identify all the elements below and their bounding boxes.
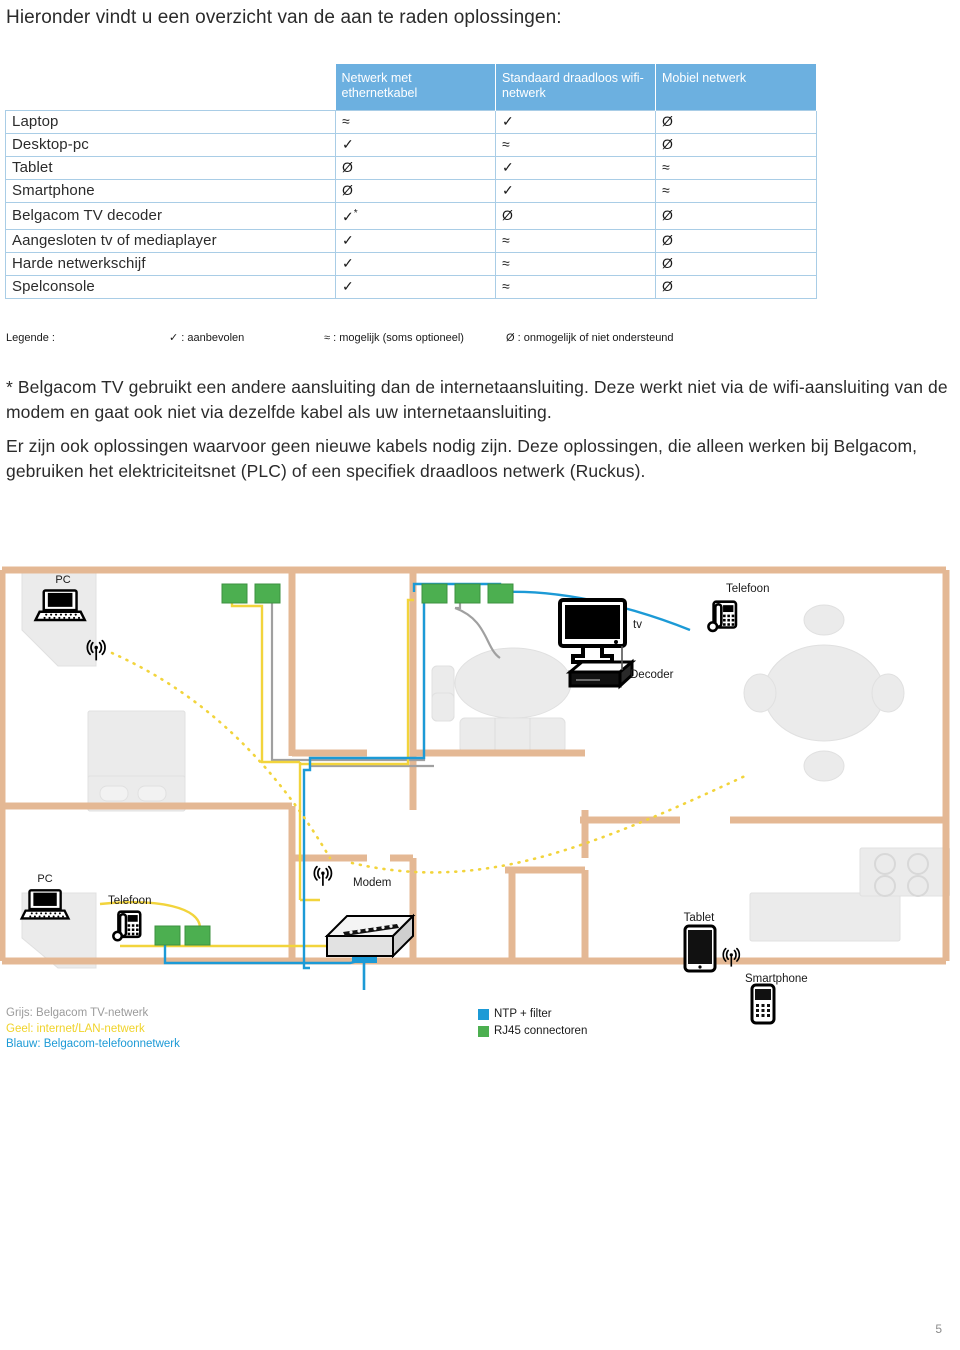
- table-row: Tablet Ø ✓ ≈: [5, 156, 817, 180]
- cell-wifi: ≈: [495, 133, 656, 157]
- svg-text:Telefoon: Telefoon: [726, 583, 769, 595]
- cell-mobile: Ø: [655, 133, 817, 157]
- cell-wifi: ≈: [495, 274, 656, 299]
- column-header-ethernet: Netwerk met ethernetkabel: [335, 64, 496, 111]
- cable-color-legend: Grijs: Belgacom TV-netwerk Geel: interne…: [6, 1006, 180, 1053]
- legend-ntp-label: NTP + filter: [494, 1008, 552, 1020]
- document-page: Hieronder vindt u een overzicht van de a…: [0, 0, 960, 1350]
- legend-rj45-label: RJ45 connectoren: [494, 1025, 588, 1037]
- cell-device-name: Aangesloten tv of mediaplayer: [5, 228, 336, 253]
- cell-wifi: ≈: [495, 251, 656, 276]
- footnote-star: *: [353, 208, 358, 219]
- cell-wifi: ✓: [495, 156, 656, 180]
- cell-wifi: Ø: [495, 202, 656, 230]
- floorplan-diagram: PC tv Decoder Telefoon Tablet Smartphone…: [0, 548, 950, 1048]
- cell-wifi: ✓: [495, 110, 656, 134]
- table-header-row: Netwerk met ethernetkabel Standaard draa…: [5, 64, 817, 111]
- cell-device-name: Belgacom TV decoder: [5, 202, 336, 230]
- legend-rj45-row: RJ45 connectoren: [478, 1023, 587, 1039]
- plc-paragraph: Er zijn ook oplossingen waarvoor geen ni…: [6, 436, 918, 481]
- cell-device-name: Laptop: [5, 110, 336, 134]
- page-number: 5: [935, 1322, 942, 1336]
- table-row: Aangesloten tv of mediaplayer ✓ ≈ Ø: [5, 228, 817, 253]
- legend-grey-tv: Grijs: Belgacom TV-netwerk: [6, 1007, 149, 1019]
- svg-text:Telefoon: Telefoon: [108, 895, 151, 907]
- cell-wifi: ✓: [495, 179, 656, 203]
- cell-device-name: Desktop-pc: [5, 133, 336, 157]
- svg-text:tv: tv: [633, 619, 642, 631]
- solutions-table: Netwerk met ethernetkabel Standaard draa…: [5, 64, 817, 299]
- cell-device-name: Harde netwerkschijf: [5, 251, 336, 276]
- svg-text:PC: PC: [37, 873, 52, 885]
- cell-ethernet: ✓: [335, 274, 496, 299]
- cell-ethernet: ✓: [335, 251, 496, 276]
- rj45-swatch-icon: [478, 1025, 489, 1037]
- page-title: Hieronder vindt u een overzicht van de a…: [6, 7, 562, 28]
- table-row: Spelconsole ✓ ≈ Ø: [5, 274, 817, 299]
- cell-mobile: ≈: [655, 179, 817, 203]
- cell-ethernet: Ø: [335, 156, 496, 180]
- legend-yellow-lan: Geel: internet/LAN-netwerk: [6, 1022, 145, 1035]
- legend-title: Legende :: [6, 332, 55, 344]
- cell-ethernet: ≈: [335, 110, 496, 134]
- cell-mobile: Ø: [655, 110, 817, 134]
- ntp-swatch-icon: [478, 1008, 489, 1020]
- cell-mobile: Ø: [655, 274, 817, 299]
- cell-ethernet: ✓: [335, 133, 496, 157]
- svg-text:Decoder: Decoder: [630, 669, 674, 681]
- cell-device-name: Smartphone: [5, 179, 336, 203]
- cell-device-name: Tablet: [5, 156, 336, 180]
- legend-ntp-row: NTP + filter: [478, 1006, 587, 1022]
- column-header-device: [5, 64, 336, 111]
- table-body: Laptop ≈ ✓ Ø Desktop-pc ✓ ≈ Ø Tablet Ø ✓ ≈ Smartphon…: [5, 110, 817, 299]
- cell-wifi: ≈: [495, 228, 656, 253]
- cell-ethernet: ✓*: [335, 202, 496, 230]
- table-header: Netwerk met ethernetkabel Standaard draa…: [5, 64, 817, 111]
- column-header-mobile: Mobiel netwerk: [655, 64, 817, 111]
- legend-blue-phone: Blauw: Belgacom-telefoonnetwerk: [6, 1038, 180, 1050]
- svg-text:Smartphone: Smartphone: [745, 973, 808, 985]
- svg-text:Modem: Modem: [353, 877, 391, 889]
- footnote-paragraph: * Belgacom TV gebruikt een andere aanslu…: [6, 377, 948, 422]
- cell-mobile: Ø: [655, 251, 817, 276]
- legend-item-impossible: Ø : onmogelijk of niet ondersteund: [506, 332, 674, 344]
- cell-ethernet: Ø: [335, 179, 496, 203]
- connector-legend: NTP + filter RJ45 connectoren: [478, 1006, 587, 1040]
- table-row: Desktop-pc ✓ ≈ Ø: [5, 133, 817, 157]
- legend-item-possible: ≈ : mogelijk (soms optioneel): [324, 332, 464, 344]
- cell-ethernet: ✓: [335, 228, 496, 253]
- cell-mobile: Ø: [655, 228, 817, 253]
- svg-text:Tablet: Tablet: [684, 912, 715, 924]
- cell-device-name: Spelconsole: [5, 274, 336, 299]
- table-row: Harde netwerkschijf ✓ ≈ Ø: [5, 251, 817, 276]
- table-row: Smartphone Ø ✓ ≈: [5, 179, 817, 203]
- table-row: Belgacom TV decoder ✓* Ø Ø: [5, 202, 817, 230]
- cell-mobile: Ø: [655, 202, 817, 230]
- svg-text:PC: PC: [55, 574, 70, 586]
- column-header-wifi: Standaard draadloos wifi-netwerk: [495, 64, 656, 111]
- legend-item-recommended: ✓ : aanbevolen: [169, 332, 245, 344]
- cell-mobile: ≈: [655, 156, 817, 180]
- table-row: Laptop ≈ ✓ Ø: [5, 110, 817, 134]
